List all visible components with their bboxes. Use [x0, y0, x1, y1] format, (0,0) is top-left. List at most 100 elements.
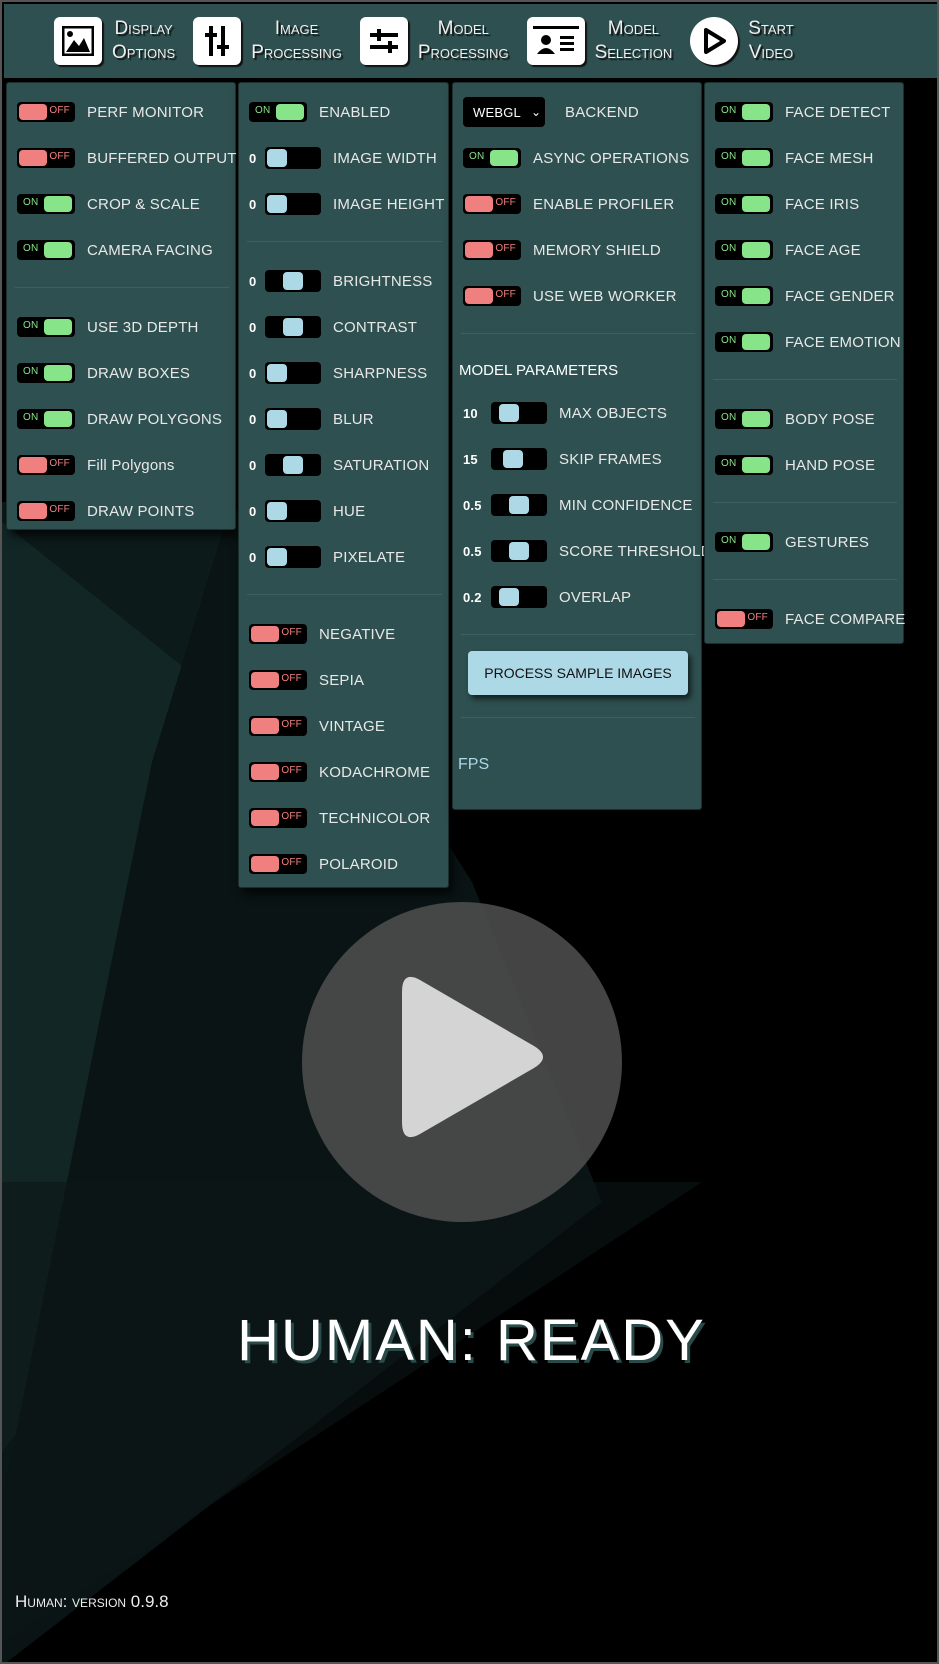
slider-thumb[interactable] — [509, 496, 529, 514]
toggle-knob — [742, 150, 770, 166]
max-objects-slider[interactable] — [491, 402, 547, 424]
memory-shield-toggle[interactable]: OFF — [463, 240, 521, 260]
menu-start-video[interactable]: Start Video — [690, 17, 794, 65]
slider-thumb[interactable] — [283, 272, 303, 290]
draw-polygons-toggle[interactable]: ON — [17, 409, 75, 429]
slider-thumb[interactable] — [267, 410, 287, 428]
toggle-state-text: OFF — [49, 105, 70, 116]
enable-profiler-toggle[interactable]: OFF — [463, 194, 521, 214]
draw-boxes-toggle[interactable]: ON — [17, 363, 75, 383]
async-operations-toggle[interactable]: ON — [463, 148, 521, 168]
toggle-state-text: OFF — [281, 857, 302, 868]
play-circle-icon — [690, 17, 739, 65]
brightness-slider[interactable] — [265, 270, 321, 292]
menu-label: Options — [112, 42, 176, 63]
memory-shield-label: MEMORY SHIELD — [533, 241, 661, 259]
contrast-slider[interactable] — [265, 316, 321, 338]
toggle-knob — [251, 764, 279, 780]
slider-thumb[interactable] — [267, 195, 287, 213]
sharpness-slider[interactable] — [265, 362, 321, 384]
hand-pose-label: HAND POSE — [785, 456, 876, 474]
kodachrome-toggle[interactable]: OFF — [249, 762, 307, 782]
toggle-state-text: ON — [23, 197, 39, 208]
toggle-state-text: ON — [721, 197, 737, 208]
toggle-state-text: OFF — [49, 458, 70, 469]
camera-facing-toggle[interactable]: ON — [17, 240, 75, 260]
use-3d-depth-toggle[interactable]: ON — [17, 317, 75, 337]
divider — [713, 379, 897, 380]
slider-thumb[interactable] — [267, 502, 287, 520]
divider — [247, 241, 442, 242]
saturation-slider[interactable] — [265, 454, 321, 476]
toggle-knob — [276, 104, 304, 120]
saturation-row: 0 SATURATION — [239, 442, 448, 488]
image-processing-enabled-toggle[interactable]: ON — [249, 102, 307, 122]
menu-model-selection[interactable]: Model Selection — [526, 17, 672, 65]
skip-frames-slider[interactable] — [491, 448, 547, 470]
menu-label: Processing — [417, 42, 509, 63]
menu-display-options[interactable]: Display Options — [54, 17, 175, 65]
perf-monitor-toggle[interactable]: OFF — [17, 102, 75, 122]
toggle-knob — [742, 242, 770, 258]
slider-thumb[interactable] — [283, 318, 303, 336]
sliders-vertical-icon — [193, 17, 242, 65]
async-operations-row: ON ASYNC OPERATIONS — [453, 135, 701, 181]
hue-slider[interactable] — [265, 500, 321, 522]
slider-thumb[interactable] — [499, 404, 520, 422]
draw-points-row: OFF DRAW POINTS — [7, 488, 235, 534]
backend-select[interactable]: WEBGL ⌄ — [463, 97, 545, 127]
face-emotion-label: FACE EMOTION — [785, 333, 901, 351]
slider-thumb[interactable] — [283, 456, 303, 474]
crop-scale-toggle[interactable]: ON — [17, 194, 75, 214]
draw-boxes-row: ON DRAW BOXES — [7, 350, 235, 396]
face-mesh-toggle[interactable]: ON — [715, 148, 773, 168]
technicolor-toggle[interactable]: OFF — [249, 808, 307, 828]
use-web-worker-label: USE WEB WORKER — [533, 287, 677, 305]
pixelate-slider[interactable] — [265, 546, 321, 568]
max-objects-value: 10 — [463, 405, 478, 421]
slider-thumb[interactable] — [267, 548, 287, 566]
face-iris-toggle[interactable]: ON — [715, 194, 773, 214]
buffered-output-toggle[interactable]: OFF — [17, 148, 75, 168]
face-gender-toggle[interactable]: ON — [715, 286, 773, 306]
score-threshold-slider[interactable] — [491, 540, 547, 562]
blur-slider[interactable] — [265, 408, 321, 430]
menu-image-processing[interactable]: Image Processing — [193, 17, 342, 65]
body-pose-toggle[interactable]: ON — [715, 409, 773, 429]
image-width-slider[interactable] — [265, 147, 321, 169]
body-pose-row: ON BODY POSE — [705, 396, 903, 442]
menu-model-processing[interactable]: Model Processing — [359, 17, 509, 65]
draw-points-toggle[interactable]: OFF — [17, 501, 75, 521]
min-confidence-slider[interactable] — [491, 494, 547, 516]
min-confidence-value: 0.5 — [463, 497, 482, 513]
face-age-toggle[interactable]: ON — [715, 240, 773, 260]
toggle-state-text: ON — [721, 458, 737, 469]
slider-thumb[interactable] — [267, 149, 287, 167]
hue-row: 0 HUE — [239, 488, 448, 534]
face-compare-toggle[interactable]: OFF — [715, 609, 773, 629]
face-emotion-toggle[interactable]: ON — [715, 332, 773, 352]
polaroid-toggle[interactable]: OFF — [249, 854, 307, 874]
sepia-toggle[interactable]: OFF — [249, 670, 307, 690]
toggle-knob — [44, 319, 72, 335]
face-detect-toggle[interactable]: ON — [715, 102, 773, 122]
model-selection-panel: ON FACE DETECT ON FACE MESH ON FACE IRIS ON FAC… — [704, 82, 905, 644]
use-web-worker-toggle[interactable]: OFF — [463, 286, 521, 306]
toggle-knob — [465, 196, 493, 212]
slider-thumb[interactable] — [267, 364, 287, 382]
process-sample-images-button[interactable]: PROCESS SAMPLE IMAGES — [468, 651, 688, 695]
hand-pose-toggle[interactable]: ON — [715, 455, 773, 475]
divider — [461, 634, 695, 635]
hue-value: 0 — [249, 503, 257, 519]
skip-frames-label: SKIP FRAMES — [559, 450, 662, 468]
gestures-toggle[interactable]: ON — [715, 532, 773, 552]
overlap-slider[interactable] — [491, 586, 547, 608]
slider-thumb[interactable] — [499, 588, 520, 606]
slider-thumb[interactable] — [509, 542, 529, 560]
slider-thumb[interactable] — [502, 450, 523, 468]
vintage-toggle[interactable]: OFF — [249, 716, 307, 736]
fill-polygons-toggle[interactable]: OFF — [17, 455, 75, 475]
negative-toggle[interactable]: OFF — [249, 624, 307, 644]
image-height-slider[interactable] — [265, 193, 321, 215]
play-button[interactable] — [302, 902, 622, 1222]
